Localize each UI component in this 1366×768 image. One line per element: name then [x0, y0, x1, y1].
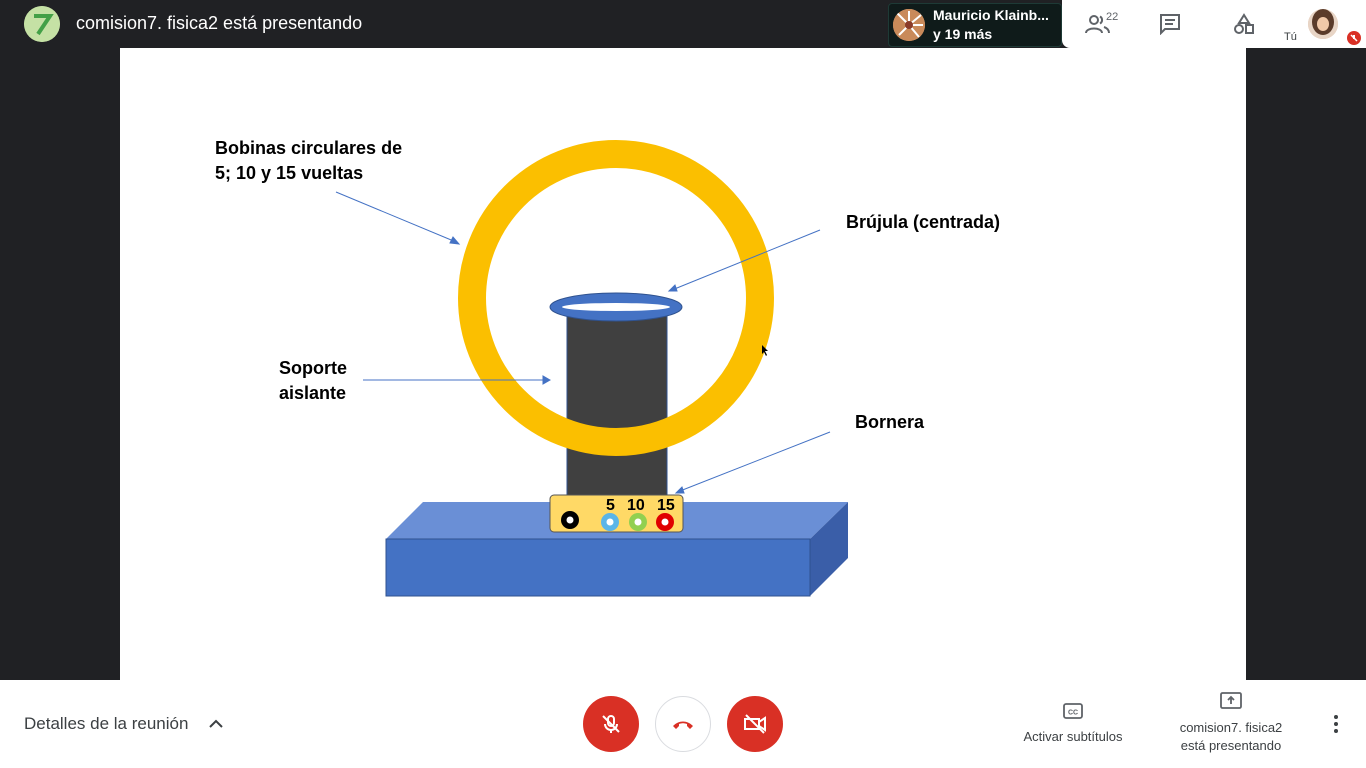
arrow-coils: [335, 191, 457, 243]
camera-toggle-button[interactable]: [727, 696, 783, 752]
presentation-slide: Bobinas circulares de 5; 10 y 15 vueltas…: [120, 48, 1246, 680]
captions-icon: CC: [1063, 703, 1083, 719]
hangup-icon: [673, 721, 693, 729]
participant-avatar: [893, 9, 925, 41]
participant-tile[interactable]: Mauricio Klainb... y 19 más: [888, 3, 1062, 47]
present-icon: [1220, 692, 1242, 709]
presenting-line1: comision7. fisica2: [1179, 720, 1283, 735]
participant-name: Mauricio Klainb...: [933, 7, 1049, 23]
base-front: [385, 538, 811, 597]
svg-text:CC: CC: [1068, 710, 1078, 717]
label-coils-line2: 5; 10 y 15 vueltas: [215, 163, 364, 183]
chevron-up-icon[interactable]: [206, 714, 226, 734]
self-label: Tú: [1284, 31, 1297, 43]
presenting-label: comision7. fisica2 está presentando: [1172, 719, 1290, 755]
meeting-details-button[interactable]: Detalles de la reunión: [24, 714, 188, 734]
self-mic-off-icon: [1347, 31, 1361, 45]
captions-label: Activar subtítulos: [1023, 729, 1123, 744]
presenter-title: comision7. fisica2 está presentando: [76, 13, 363, 33]
label-support-line2: aislante: [279, 383, 347, 403]
bottom-bar: Detalles de la reunión CC Activar subtít…: [0, 680, 1366, 768]
terminal-number-10: 10: [627, 497, 645, 514]
top-bar: comision7. fisica2 está presentando Maur…: [0, 0, 1366, 48]
leave-call-button[interactable]: [655, 696, 711, 752]
people-button[interactable]: [1066, 0, 1130, 48]
terminal-number-5: 5: [606, 497, 615, 514]
activities-button[interactable]: [1212, 0, 1276, 48]
label-terminal: Bornera: [855, 412, 925, 432]
captions-button[interactable]: CC Activar subtítulos: [1016, 702, 1130, 744]
label-compass: Brújula (centrada): [846, 212, 1001, 232]
chat-icon: [1160, 14, 1180, 35]
chat-button[interactable]: [1138, 0, 1202, 48]
compass-needle-window: [562, 303, 670, 311]
present-status-button[interactable]: comision7. fisica2 está presentando: [1172, 692, 1290, 755]
label-coils-line1: Bobinas circulares de: [215, 138, 403, 158]
activities-icon: [1234, 13, 1254, 34]
presenter-avatar: [24, 6, 60, 42]
arrow-terminal: [679, 431, 831, 492]
presenting-line2: está presentando: [1180, 738, 1282, 753]
mic-toggle-button[interactable]: [583, 696, 639, 752]
people-count: 22: [1106, 11, 1119, 23]
terminal-number-15: 15: [657, 497, 675, 514]
insulating-support: [566, 305, 668, 507]
mic-off-icon: [602, 715, 620, 733]
participant-more: y 19 más: [933, 26, 993, 42]
more-vert-icon[interactable]: [1324, 712, 1348, 736]
label-support-line1: Soporte: [279, 358, 348, 378]
self-avatar[interactable]: [1308, 9, 1338, 39]
camera-off-icon: [744, 714, 766, 734]
